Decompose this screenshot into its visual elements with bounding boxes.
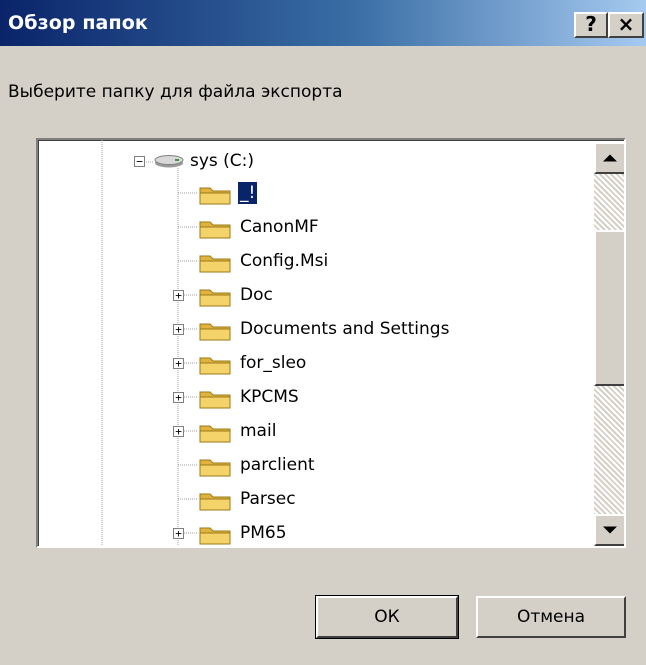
- folder-icon: [199, 425, 231, 443]
- scroll-down-button[interactable]: [594, 514, 624, 546]
- expand-icon[interactable]: +: [173, 290, 184, 301]
- arrow-up-icon: [603, 154, 617, 162]
- help-button[interactable]: ?: [574, 12, 608, 38]
- tree-item-label: mail: [240, 421, 277, 441]
- folder-icon: [199, 221, 231, 239]
- instruction-text: Выберите папку для файла экспорта: [8, 82, 343, 102]
- folder-tree[interactable]: − sys (C:) _! CanonMF Config.Msi + Doc + Docum…: [36, 138, 626, 548]
- folder-icon: [199, 493, 231, 511]
- browse-folders-dialog: Обзор папок ? × Выберите папку для файла…: [0, 0, 646, 665]
- folder-icon: [199, 391, 231, 409]
- tree-item-label: Parsec: [240, 489, 296, 509]
- folder-icon: [199, 289, 231, 307]
- hard-drive-icon: [154, 155, 184, 168]
- tree-item-label: PM65: [240, 523, 287, 543]
- cancel-button[interactable]: Отмена: [476, 596, 626, 638]
- tree-item-label: CanonMF: [240, 217, 319, 237]
- scroll-thumb[interactable]: [594, 230, 624, 386]
- tree-item-label: for_sleo: [240, 353, 307, 373]
- tree-item-label: parclient: [240, 455, 315, 475]
- vertical-scrollbar[interactable]: [594, 142, 624, 546]
- ok-button[interactable]: ОК: [316, 596, 458, 638]
- title-bar[interactable]: Обзор папок ? ×: [0, 0, 646, 46]
- tree-root-label: sys (C:): [190, 151, 255, 171]
- folder-icon: [199, 323, 231, 341]
- arrow-down-icon: [603, 526, 617, 534]
- folder-icon: [199, 459, 231, 477]
- expand-icon[interactable]: +: [173, 392, 184, 403]
- tree-item-label: Config.Msi: [240, 251, 329, 271]
- expand-icon[interactable]: +: [173, 324, 184, 335]
- folder-icon: [199, 527, 231, 545]
- tree-item-label: Documents and Settings: [240, 319, 450, 339]
- expand-icon[interactable]: +: [173, 426, 184, 437]
- scroll-up-button[interactable]: [594, 142, 624, 174]
- tree-item-label: KPCMS: [240, 387, 299, 407]
- expand-icon[interactable]: +: [173, 358, 184, 369]
- window-title: Обзор папок: [8, 12, 148, 34]
- collapse-icon[interactable]: −: [134, 156, 145, 167]
- folder-icon: [199, 187, 231, 205]
- close-button[interactable]: ×: [608, 12, 644, 38]
- folder-icon: [199, 255, 231, 273]
- tree-item-label: Doc: [240, 285, 273, 305]
- tree-item-label: _!: [236, 181, 259, 205]
- folder-icon: [199, 357, 231, 375]
- expand-icon[interactable]: +: [173, 528, 184, 539]
